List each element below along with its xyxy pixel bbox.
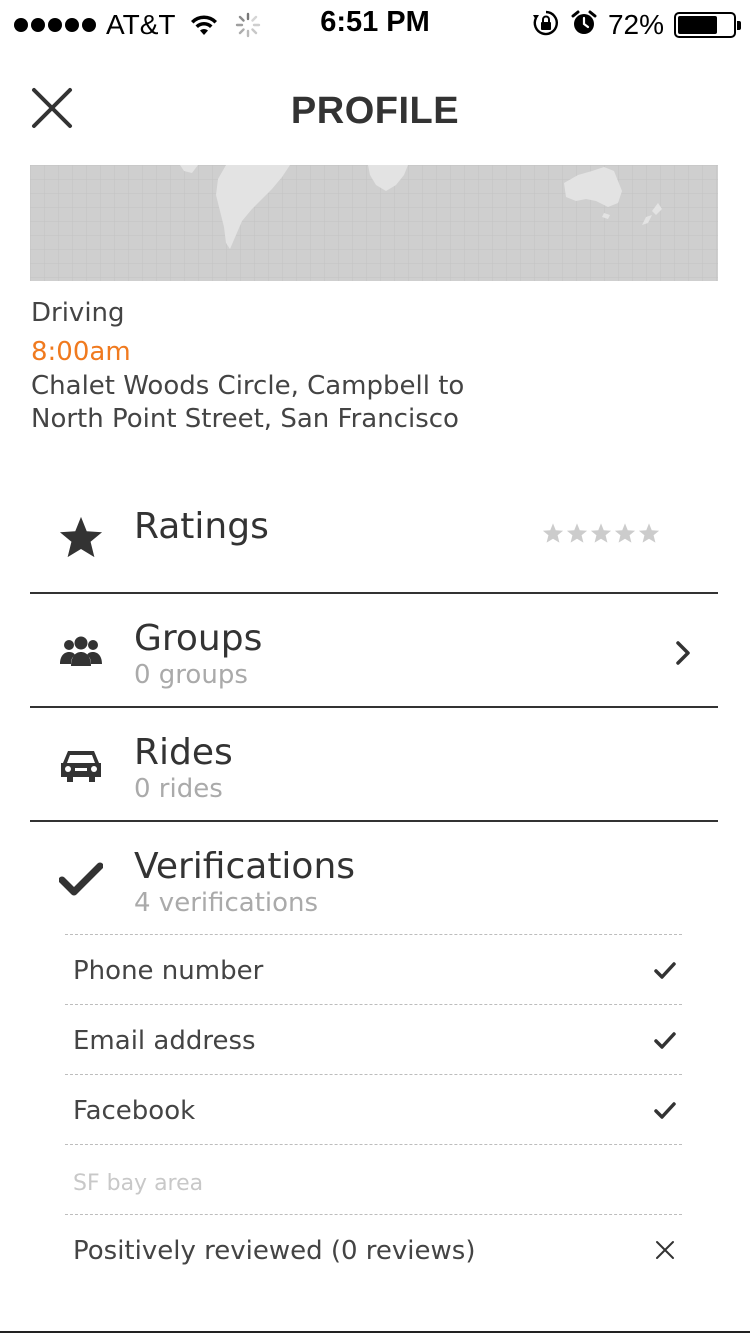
verifications-subtitle: 4 verifications — [134, 888, 319, 918]
rating-star-icon — [614, 523, 636, 543]
rating-star-icon — [590, 523, 612, 543]
groups-section[interactable]: Groups 0 groups — [30, 606, 718, 706]
bottom-divider — [0, 1331, 750, 1333]
battery-percent: 72% — [607, 9, 664, 40]
verification-label: SF bay area — [73, 1171, 204, 1196]
group-icon — [58, 628, 104, 674]
rating-star-icon — [638, 523, 660, 543]
trip-route: Chalet Woods Circle, Campbell to North P… — [31, 371, 465, 434]
trip-mode: Driving — [31, 298, 125, 328]
verifications-title: Verifications — [134, 846, 356, 887]
profile-screen: AT&T 6:51 PM 72% PROFILE Driving 8:00am … — [0, 0, 750, 1334]
verification-item-email: Email address — [65, 1004, 682, 1074]
verifications-section: Verifications 4 verifications — [30, 834, 718, 934]
groups-subtitle: 0 groups — [134, 660, 248, 690]
battery-level-fill — [678, 16, 717, 34]
status-bar-right: 72% — [532, 8, 741, 42]
rides-title: Rides — [134, 732, 233, 773]
divider — [30, 706, 718, 708]
verification-list: Phone number Email address Facebook SF b… — [65, 934, 682, 1284]
checkmark-icon — [654, 962, 676, 979]
header: PROFILE — [0, 60, 750, 160]
checkmark-icon — [654, 1102, 676, 1119]
rating-stars — [542, 522, 660, 544]
verification-label: Email address — [73, 1026, 256, 1056]
rating-star-icon — [566, 523, 588, 543]
rides-subtitle: 0 rides — [134, 774, 223, 804]
page-title: PROFILE — [290, 90, 460, 132]
rating-star-icon — [542, 523, 564, 543]
divider — [30, 820, 718, 822]
verification-item-phone: Phone number — [65, 934, 682, 1004]
verification-label: Facebook — [73, 1096, 196, 1126]
status-bar: AT&T 6:51 PM 72% — [0, 0, 750, 50]
trip-info: Driving 8:00am Chalet Woods Circle, Camp… — [31, 296, 721, 436]
ratings-title: Ratings — [134, 506, 269, 547]
divider — [30, 592, 718, 594]
verification-label: Phone number — [73, 956, 264, 986]
alarm-icon — [570, 9, 598, 41]
verification-item-reviews: Positively reviewed (0 reviews) — [65, 1214, 682, 1284]
cross-icon — [656, 1241, 674, 1259]
car-icon — [58, 742, 104, 788]
verification-item-facebook: Facebook — [65, 1074, 682, 1144]
route-map — [30, 165, 718, 281]
checkmark-icon — [654, 1032, 676, 1049]
star-icon — [58, 514, 104, 560]
groups-title: Groups — [134, 618, 263, 659]
battery-icon — [674, 12, 741, 38]
chevron-right-icon — [676, 641, 690, 665]
trip-time: 8:00am — [31, 337, 131, 367]
verification-item-location: SF bay area — [65, 1144, 682, 1214]
ratings-section: Ratings — [30, 498, 718, 592]
rides-section[interactable]: Rides 0 rides — [30, 720, 718, 820]
verification-label: Positively reviewed (0 reviews) — [73, 1236, 476, 1266]
orientation-lock-icon — [532, 9, 560, 41]
checkmark-icon — [58, 856, 104, 902]
